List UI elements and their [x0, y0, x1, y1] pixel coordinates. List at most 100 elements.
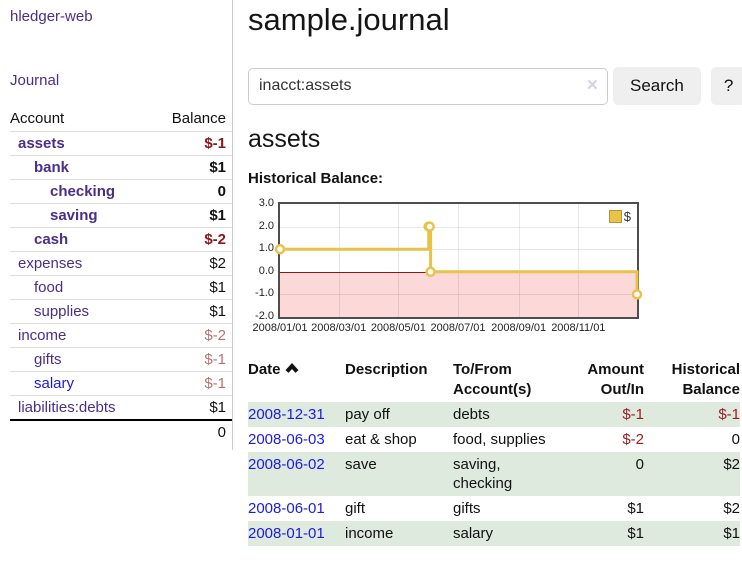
y-tick-label: 2.0 — [248, 220, 274, 232]
x-tick-label: 2008/05/01 — [371, 322, 426, 334]
transaction-row: 2008-12-31pay offdebts$-1$-1 — [248, 402, 740, 427]
account-balance: $-1 — [204, 351, 226, 368]
transaction-date-link[interactable]: 2008-06-03 — [248, 431, 325, 448]
historical-balance-chart: $ 3.02.01.00.0-1.0-2.02008/01/012008/03/… — [248, 192, 742, 340]
account-row: income $-2 — [10, 323, 232, 347]
transaction-accounts: saving, checking — [453, 452, 565, 496]
help-button[interactable]: ? — [711, 67, 742, 105]
data-point-marker — [633, 290, 641, 298]
transaction-accounts: food, supplies — [453, 427, 565, 452]
accounts-table-header: Account Balance — [10, 108, 232, 131]
account-row: expenses $2 — [10, 251, 232, 275]
transaction-description: save — [345, 452, 453, 496]
search-bar: × Search ? — [248, 67, 742, 105]
account-balance: $-2 — [204, 327, 226, 344]
transaction-date-link[interactable]: 2008-06-01 — [248, 500, 325, 517]
account-link[interactable]: food — [10, 279, 63, 296]
transaction-description: pay off — [345, 402, 453, 427]
account-balance: $-1 — [204, 375, 226, 392]
account-row: supplies $1 — [10, 299, 232, 323]
account-balance: $1 — [209, 207, 226, 224]
accounts-header-account: Account — [10, 110, 64, 127]
account-link[interactable]: saving — [10, 207, 98, 224]
transaction-accounts: debts — [453, 402, 565, 427]
transaction-date-link[interactable]: 2008-01-01 — [248, 525, 325, 542]
account-row: bank $1 — [10, 155, 232, 179]
account-row: saving $1 — [10, 203, 232, 227]
y-tick-label: 0.0 — [248, 265, 274, 277]
account-balance: $-1 — [204, 135, 226, 152]
account-link[interactable]: income — [10, 327, 66, 344]
account-balance: $-2 — [204, 231, 226, 248]
column-header-balance: Historical Balance — [644, 358, 740, 402]
column-header-date[interactable]: Date — [248, 358, 345, 402]
account-row: cash $-2 — [10, 227, 232, 251]
account-balance: $1 — [209, 303, 226, 320]
transaction-description: gift — [345, 496, 453, 521]
transaction-balance: $2 — [644, 452, 740, 496]
account-row: assets $-1 — [10, 131, 232, 155]
data-point-marker — [427, 268, 435, 276]
transaction-amount: $1 — [565, 496, 644, 521]
account-link[interactable]: bank — [10, 159, 69, 176]
transaction-row: 2008-06-02savesaving, checking0$2 — [248, 452, 740, 496]
account-link[interactable]: salary — [10, 375, 74, 392]
account-row: checking 0 — [10, 179, 232, 203]
x-tick-label: 2008/09/01 — [491, 322, 546, 334]
account-link[interactable]: supplies — [10, 303, 89, 320]
search-input[interactable] — [248, 68, 608, 105]
column-header-account: To/From Account(s) — [453, 358, 565, 402]
account-balance: $1 — [209, 279, 226, 296]
y-tick-label: 3.0 — [248, 197, 274, 209]
transaction-row: 2008-06-03eat & shopfood, supplies$-20 — [248, 427, 740, 452]
x-tick-label: 2008/11/01 — [551, 322, 605, 334]
transaction-accounts: salary — [453, 521, 565, 546]
accounts-table: Account Balance assets $-1 bank $1 checking 0… — [10, 108, 232, 444]
transaction-amount: $-1 — [565, 402, 644, 427]
transaction-amount: $1 — [565, 521, 644, 546]
transaction-date-link[interactable]: 2008-06-02 — [248, 456, 325, 473]
transaction-amount: $-2 — [565, 427, 644, 452]
account-heading: assets — [248, 125, 742, 154]
transaction-row: 2008-01-01incomesalary$1$1 — [248, 521, 740, 546]
register-header-row: Date Description To/From Account(s) Amou… — [248, 358, 740, 402]
account-balance: $1 — [209, 399, 226, 416]
register-table: Date Description To/From Account(s) Amou… — [248, 358, 740, 546]
account-balance: $1 — [209, 159, 226, 176]
transaction-balance: $1 — [644, 521, 740, 546]
account-row: salary $-1 — [10, 371, 232, 395]
column-header-description: Description — [345, 358, 453, 402]
x-tick-label: 2008/01/01 — [252, 322, 307, 334]
chart-title: Historical Balance: — [248, 170, 742, 187]
clear-search-icon[interactable]: × — [587, 76, 598, 95]
app-title-link[interactable]: hledger-web — [10, 8, 232, 25]
data-point-marker — [276, 245, 284, 253]
account-link[interactable]: expenses — [10, 255, 82, 272]
account-link[interactable]: cash — [10, 231, 68, 248]
column-header-date-label: Date — [248, 361, 281, 378]
account-link[interactable]: gifts — [10, 351, 62, 368]
column-header-amount: Amount Out/In — [565, 358, 644, 402]
y-tick-label: -1.0 — [248, 287, 274, 299]
account-balance: 0 — [218, 183, 226, 200]
account-balance: $2 — [209, 255, 226, 272]
transaction-description: income — [345, 521, 453, 546]
chart-line-series — [280, 204, 637, 317]
transaction-date-link[interactable]: 2008-12-31 — [248, 406, 325, 423]
accounts-total-row: 0 — [10, 419, 232, 444]
sidebar: hledger-web Journal Account Balance asse… — [0, 0, 233, 450]
chart-plot-area: $ — [278, 202, 639, 319]
account-link[interactable]: liabilities:debts — [10, 399, 116, 416]
page-title: sample.journal — [248, 2, 742, 38]
data-point-marker — [426, 223, 434, 231]
search-button[interactable]: Search — [613, 67, 701, 105]
legend-label: $ — [624, 209, 631, 224]
sort-ascending-icon — [285, 363, 299, 374]
x-tick-label: 2008/03/01 — [311, 322, 366, 334]
transaction-balance: $2 — [644, 496, 740, 521]
account-link[interactable]: assets — [10, 135, 65, 152]
sidebar-item-journal[interactable]: Journal — [10, 72, 232, 89]
search-input-wrap: × — [248, 68, 608, 105]
accounts-rows: assets $-1 bank $1 checking 0 saving $1 cash $-2 e… — [10, 131, 232, 419]
account-link[interactable]: checking — [10, 183, 115, 200]
